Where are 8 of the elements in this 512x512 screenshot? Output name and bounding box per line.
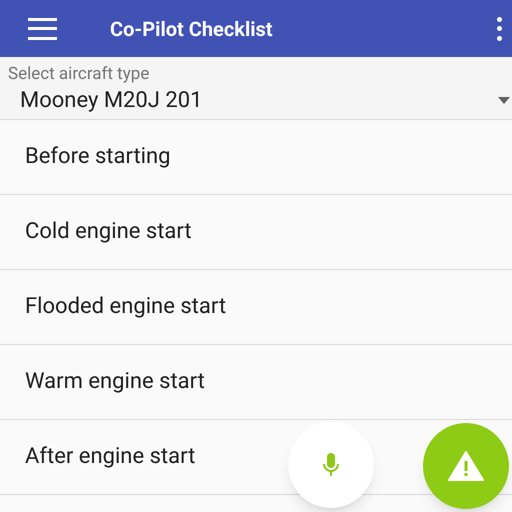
more-options-icon[interactable] — [496, 16, 502, 40]
warning-icon — [448, 451, 484, 481]
aircraft-dropdown[interactable]: Mooney M20J 201 — [0, 85, 512, 119]
dropdown-caret-icon — [498, 96, 510, 104]
microphone-icon — [323, 453, 339, 477]
field-label: Select aircraft type — [7, 63, 150, 85]
app-title: Co-Pilot Checklist — [110, 16, 273, 42]
menu-icon[interactable] — [28, 18, 57, 40]
